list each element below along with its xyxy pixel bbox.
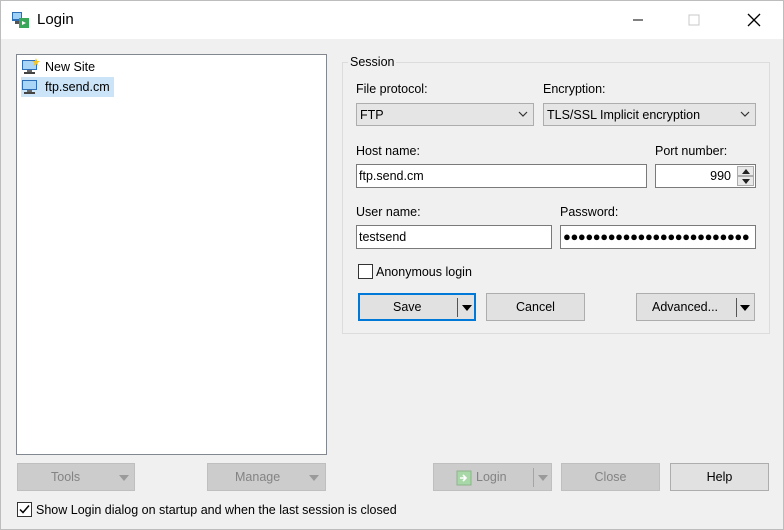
show-login-startup-label: Show Login dialog on startup and when th… — [36, 503, 397, 517]
save-button[interactable]: Save — [358, 293, 476, 321]
site-item-label: ftp.send.cm — [45, 80, 110, 94]
host-name-label: Host name: — [356, 144, 420, 158]
port-number-value: 990 — [710, 169, 731, 183]
tools-dropdown-arrow-icon — [119, 475, 129, 481]
manage-button-label: Manage — [235, 470, 281, 484]
window-title: Login — [37, 11, 74, 28]
encryption-value: TLS/SSL Implicit encryption — [547, 107, 701, 122]
port-number-stepper[interactable]: 990 — [655, 164, 756, 188]
tools-button-label: Tools — [51, 470, 81, 484]
advanced-button[interactable]: Advanced... — [636, 293, 755, 321]
checkmark-icon — [19, 505, 30, 514]
session-legend: Session — [348, 55, 397, 69]
anonymous-login-checkbox[interactable] — [358, 264, 373, 279]
login-icon — [456, 470, 472, 486]
save-button-label: Save — [393, 300, 422, 314]
new-site-icon — [22, 58, 40, 74]
advanced-split-separator — [736, 298, 737, 317]
minimize-icon — [633, 19, 643, 21]
save-split-separator — [457, 298, 458, 317]
login-button[interactable]: Login — [433, 463, 552, 491]
tools-button[interactable]: Tools — [17, 463, 135, 491]
site-item-label: New Site — [45, 60, 96, 74]
advanced-button-label: Advanced... — [652, 300, 719, 314]
chevron-down-icon — [740, 111, 750, 117]
site-icon — [22, 80, 37, 94]
minimize-button[interactable] — [615, 1, 661, 39]
port-number-label: Port number: — [655, 144, 728, 158]
site-item-new-site[interactable]: New Site — [21, 57, 99, 77]
login-split-separator — [533, 468, 534, 487]
password-label: Password: — [560, 205, 619, 219]
login-dropdown-arrow-icon — [538, 475, 548, 481]
password-mask: ●●●●●●●●●●●●●●●●●●●●●●●●● — [563, 229, 750, 244]
show-login-startup-checkbox[interactable] — [17, 502, 32, 517]
file-protocol-value: FTP — [360, 107, 384, 122]
close-button[interactable]: Close — [561, 463, 660, 491]
close-window-button[interactable] — [731, 1, 777, 39]
site-tree[interactable]: New Site ftp.send.cm — [16, 54, 327, 455]
save-dropdown-arrow-icon[interactable] — [462, 305, 472, 311]
app-icon — [12, 12, 29, 28]
encryption-select[interactable]: TLS/SSL Implicit encryption — [543, 103, 756, 126]
file-protocol-label: File protocol: — [356, 82, 428, 96]
file-protocol-select[interactable]: FTP — [356, 103, 534, 126]
login-window: Login New Site ftp.send.cm Session File … — [0, 0, 784, 530]
close-icon — [747, 13, 761, 27]
title-bar[interactable]: Login — [1, 1, 783, 39]
chevron-down-icon — [518, 111, 528, 117]
arrow-down-icon — [741, 178, 750, 184]
maximize-button[interactable] — [671, 1, 717, 39]
port-decrement-button[interactable] — [737, 176, 754, 186]
advanced-dropdown-arrow-icon[interactable] — [740, 305, 750, 311]
port-increment-button[interactable] — [737, 166, 754, 176]
encryption-label: Encryption: — [543, 82, 606, 96]
login-button-label: Login — [476, 470, 507, 484]
host-name-input[interactable]: ftp.send.cm — [356, 164, 647, 188]
cancel-button[interactable]: Cancel — [486, 293, 585, 321]
help-button[interactable]: Help — [670, 463, 769, 491]
user-name-label: User name: — [356, 205, 421, 219]
manage-button[interactable]: Manage — [207, 463, 326, 491]
user-name-input[interactable]: testsend — [356, 225, 552, 249]
port-spin-arrows — [737, 166, 754, 186]
password-input[interactable]: ●●●●●●●●●●●●●●●●●●●●●●●●● — [560, 225, 756, 249]
manage-dropdown-arrow-icon — [309, 475, 319, 481]
arrow-up-icon — [741, 168, 750, 174]
site-item-ftp-send-cm[interactable]: ftp.send.cm — [21, 77, 114, 97]
anonymous-login-label: Anonymous login — [376, 265, 472, 279]
maximize-icon — [688, 14, 700, 26]
